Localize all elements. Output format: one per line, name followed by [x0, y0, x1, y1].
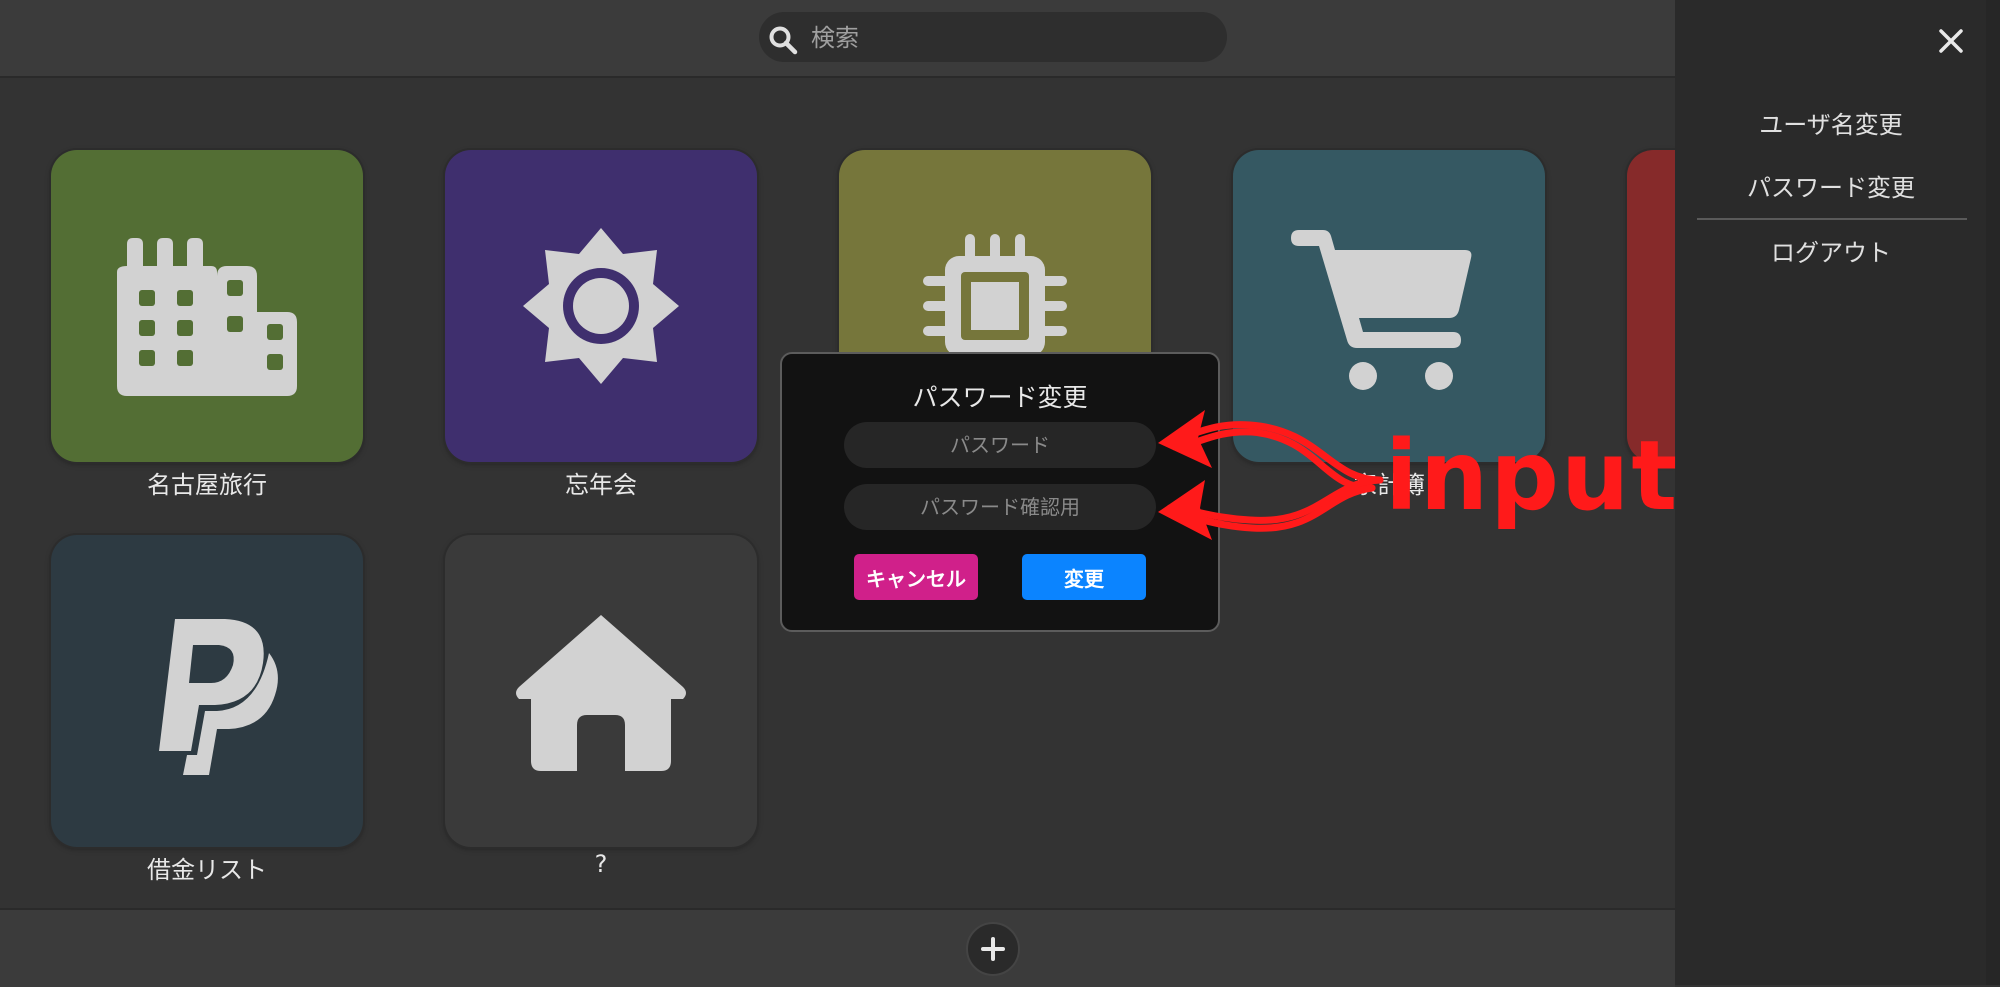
paypal-icon [159, 619, 278, 775]
tile-label: 忘年会 [565, 471, 637, 499]
password-change-dialog: パスワード変更 キャンセル 変更 [780, 352, 1220, 632]
scrollbar[interactable] [1986, 0, 2000, 985]
menu-item-logout[interactable]: ログアウト [1695, 233, 1967, 268]
tile-label: ? [594, 850, 608, 878]
search-box[interactable] [759, 12, 1227, 64]
close-icon[interactable] [1935, 25, 1967, 57]
bottom-bar [0, 908, 1675, 987]
cancel-button[interactable]: キャンセル [854, 554, 978, 600]
home-icon [516, 615, 686, 771]
city-icon [117, 238, 297, 396]
tile-debt-list[interactable] [51, 535, 363, 847]
menu-item-change-password[interactable]: パスワード変更 [1695, 168, 1967, 203]
tile-kakeibo[interactable] [1233, 150, 1545, 462]
search-icon [769, 26, 798, 55]
annotation-label: input [1385, 420, 1680, 532]
sun-icon [523, 228, 679, 384]
password-confirm-input[interactable] [844, 484, 1156, 530]
top-bar [0, 0, 1675, 78]
cart-icon [1291, 230, 1472, 390]
dialog-title: パスワード変更 [912, 383, 1088, 412]
add-button[interactable] [966, 922, 1020, 976]
tile-label: 借金リスト [147, 856, 267, 884]
password-input[interactable] [844, 422, 1156, 468]
tile-unknown[interactable] [445, 535, 757, 847]
tile-label: 名古屋旅行 [147, 471, 267, 499]
search-input[interactable] [809, 12, 1213, 64]
tile-red[interactable] [1627, 150, 1675, 462]
menu-item-change-username[interactable]: ユーザ名変更 [1695, 105, 1967, 140]
submit-button[interactable]: 変更 [1022, 554, 1146, 600]
tile-nagoya-trip[interactable] [51, 150, 363, 462]
plus-icon [981, 937, 1005, 961]
menu-divider [1697, 218, 1967, 220]
tile-bonenkai[interactable] [445, 150, 757, 462]
side-menu [1675, 0, 2000, 985]
